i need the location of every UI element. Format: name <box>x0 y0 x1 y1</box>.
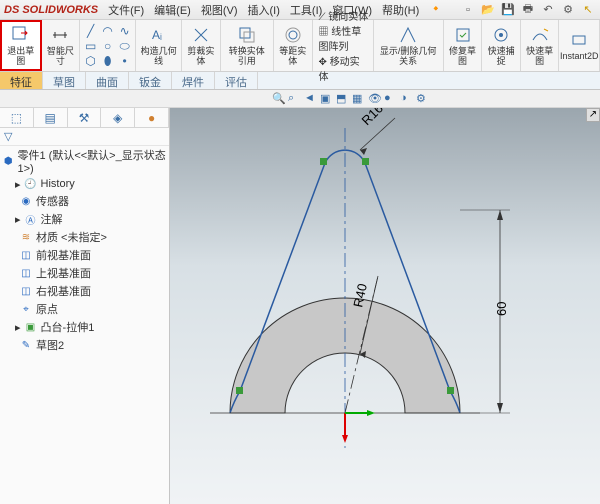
cursor-icon[interactable]: ↖ <box>580 2 596 18</box>
menu-tools[interactable]: 工具(I) <box>290 2 322 18</box>
filter-icon[interactable]: ▽ <box>0 128 169 146</box>
origin-icon: ⌖ <box>19 302 33 316</box>
tree-sketch[interactable]: ✎草图2 <box>0 336 169 354</box>
tree-extrude[interactable]: ▸▣凸台-拉伸1 <box>0 318 169 336</box>
tree-annotations[interactable]: ▸Ⓐ注解 <box>0 210 169 228</box>
menu-file[interactable]: 文件(F) <box>108 2 144 18</box>
offset-entities-button[interactable]: 等距实体 <box>274 20 313 71</box>
settings-icon[interactable]: ⚙ <box>560 2 576 18</box>
app-logo: DS SOLIDWORKS <box>4 4 98 16</box>
tree-front-plane[interactable]: ◫前视基准面 <box>0 246 169 264</box>
heads-up-view-toolbar: 🔍 ⌕ ◄ ▣ ⬒ ▦ 👁 ● ◑ ⚙ <box>0 90 600 108</box>
view-orient-icon[interactable]: ⬒ <box>336 92 350 106</box>
property-tab-icon[interactable]: ▤ <box>34 108 68 127</box>
material-icon: ≋ <box>19 230 33 244</box>
panel-tabs: ⬚ ▤ ⚒ ◈ ● <box>0 108 169 128</box>
view-settings-icon[interactable]: ⚙ <box>416 92 430 106</box>
annotation-icon: Ⓐ <box>24 212 38 226</box>
sensor-icon: ◉ <box>19 194 33 208</box>
line-tool-icon[interactable]: ╱ <box>83 24 99 38</box>
zoom-fit-icon[interactable]: 🔍 <box>272 92 286 106</box>
main-area: ⬚ ▤ ⚒ ◈ ● ▽ ⬢零件1 (默认<<默认>_显示状态 1>) ▸🕘His… <box>0 108 600 504</box>
quick-snap-button[interactable]: 快速捕捉 <box>482 20 521 71</box>
print-icon[interactable]: 🖶 <box>520 2 536 18</box>
extrude-icon: ▣ <box>24 320 38 334</box>
tree-material[interactable]: ≋材质 <未指定> <box>0 228 169 246</box>
zoom-area-icon[interactable]: ⌕ <box>288 92 302 106</box>
scene-icon[interactable]: ◑ <box>400 92 414 106</box>
tree-root[interactable]: ⬢零件1 (默认<<默认>_显示状态 1>) <box>0 146 169 176</box>
spline-tool-icon[interactable]: ∿ <box>117 24 133 38</box>
display-tab-icon[interactable]: ● <box>135 108 169 127</box>
linear-pattern-button[interactable]: ▦ 线性草图阵列 <box>319 23 369 53</box>
tree-sensors[interactable]: ◉传感器 <box>0 192 169 210</box>
sketch-icon: ✎ <box>19 338 33 352</box>
point-tool-icon[interactable]: • <box>117 54 133 68</box>
config-tab-icon[interactable]: ⚒ <box>68 108 102 127</box>
pattern-group: ⟋ 镜向实体 ▦ 线性草图阵列 ✥ 移动实体 <box>313 20 374 71</box>
slot-tool-icon[interactable]: ⬭ <box>117 39 133 53</box>
part-icon: ⬢ <box>2 154 15 168</box>
hide-show-icon[interactable]: 👁 <box>368 92 382 106</box>
tab-weldments[interactable]: 焊件 <box>172 72 215 89</box>
tab-features[interactable]: 特征 <box>0 72 43 89</box>
tab-surfaces[interactable]: 曲面 <box>86 72 129 89</box>
tree-origin[interactable]: ⌖原点 <box>0 300 169 318</box>
sketch-tools-grid: ╱ ◠ ∿ ▭ ○ ⬭ ⬡ ⬮ • <box>80 20 136 71</box>
mirror-entities-button[interactable]: ⟋ 镜向实体 <box>319 8 369 23</box>
instant2d-button[interactable]: Instant2D <box>559 20 600 71</box>
tree-right-plane[interactable]: ◫右视基准面 <box>0 282 169 300</box>
section-view-icon[interactable]: ▣ <box>320 92 334 106</box>
save-icon[interactable]: 💾 <box>500 2 516 18</box>
dim-r16[interactable]: R16 <box>359 108 386 128</box>
display-style-icon[interactable]: ▦ <box>352 92 366 106</box>
menu-edit[interactable]: 编辑(E) <box>154 2 191 18</box>
ribbon-toolbar: 退出草图 智能尺寸 ╱ ◠ ∿ ▭ ○ ⬭ ⬡ ⬮ • Aᵢ 构造几何线 剪裁实… <box>0 20 600 72</box>
sketch-drawing: R16 R40 60 <box>170 108 600 504</box>
prev-view-icon[interactable]: ◄ <box>304 92 318 106</box>
dimxpert-tab-icon[interactable]: ◈ <box>101 108 135 127</box>
convert-entities-button[interactable]: 转换实体引用 <box>221 20 274 71</box>
feature-tree-tab-icon[interactable]: ⬚ <box>0 108 34 127</box>
plane-icon: ◫ <box>19 266 33 280</box>
menu-search-icon[interactable]: 🔸 <box>429 2 443 18</box>
polygon-tool-icon[interactable]: ⬡ <box>83 54 99 68</box>
tree-top-plane[interactable]: ◫上视基准面 <box>0 264 169 282</box>
new-icon[interactable]: ▫ <box>460 2 476 18</box>
repair-sketch-button[interactable]: 修复草图 <box>444 20 483 71</box>
plane-icon: ◫ <box>19 248 33 262</box>
undo-icon[interactable]: ↶ <box>540 2 556 18</box>
svg-text:Aᵢ: Aᵢ <box>152 28 162 42</box>
menu-help[interactable]: 帮助(H) <box>382 2 419 18</box>
tab-sheetmetal[interactable]: 钣金 <box>129 72 172 89</box>
dim-60[interactable]: 60 <box>494 302 509 316</box>
smart-dimension-button[interactable]: 智能尺寸 <box>42 20 81 71</box>
arc-tool-icon[interactable]: ◠ <box>100 24 116 38</box>
circle-tool-icon[interactable]: ○ <box>100 39 116 53</box>
ellipse-tool-icon[interactable]: ⬮ <box>100 54 116 68</box>
menu-view[interactable]: 视图(V) <box>201 2 238 18</box>
move-entities-button[interactable]: ✥ 移动实体 <box>319 53 369 83</box>
graphics-area[interactable]: ↗ R16 R40 <box>170 108 600 504</box>
tree-history[interactable]: ▸🕘History <box>0 176 169 192</box>
plane-icon: ◫ <box>19 284 33 298</box>
rapid-sketch-button[interactable]: 快速草图 <box>521 20 560 71</box>
quick-access-toolbar: ▫ 📂 💾 🖶 ↶ ⚙ ↖ <box>460 2 596 18</box>
open-icon[interactable]: 📂 <box>480 2 496 18</box>
construction-geometry-button[interactable]: Aᵢ 构造几何线 <box>136 20 182 71</box>
exit-sketch-button[interactable]: 退出草图 <box>0 20 42 71</box>
command-manager-tabs: 特征 草图 曲面 钣金 焊件 评估 <box>0 72 600 90</box>
main-menu: 文件(F) 编辑(E) 视图(V) 插入(I) 工具(I) 窗口(W) 帮助(H… <box>108 2 443 18</box>
feature-manager-panel: ⬚ ▤ ⚒ ◈ ● ▽ ⬢零件1 (默认<<默认>_显示状态 1>) ▸🕘His… <box>0 108 170 504</box>
menu-insert[interactable]: 插入(I) <box>248 2 280 18</box>
tab-evaluate[interactable]: 评估 <box>215 72 258 89</box>
trim-entities-button[interactable]: 剪裁实体 <box>182 20 221 71</box>
display-relations-button[interactable]: 显示/删除几何关系 <box>374 20 444 71</box>
title-bar: DS SOLIDWORKS 文件(F) 编辑(E) 视图(V) 插入(I) 工具… <box>0 0 600 20</box>
history-icon: 🕘 <box>24 177 38 191</box>
tab-sketch[interactable]: 草图 <box>43 72 86 89</box>
appearance-icon[interactable]: ● <box>384 92 398 106</box>
rect-tool-icon[interactable]: ▭ <box>83 39 99 53</box>
